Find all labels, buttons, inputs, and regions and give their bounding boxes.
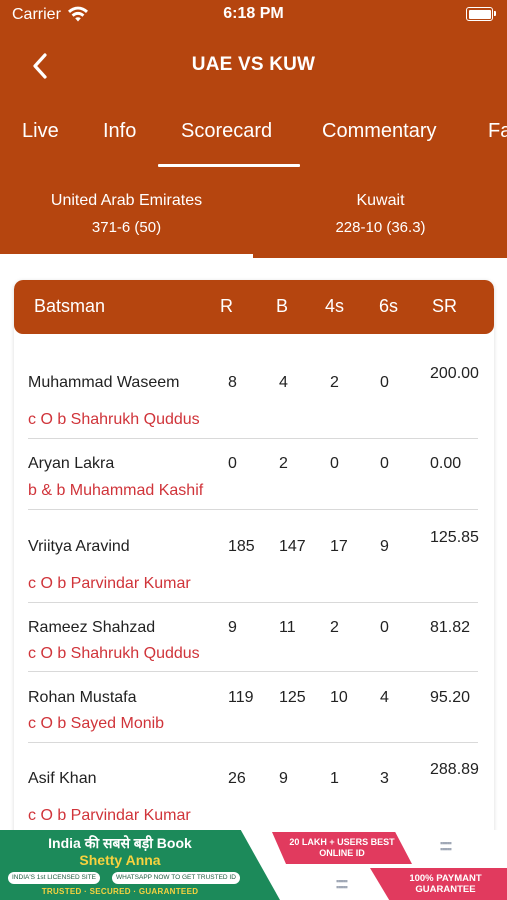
team-tab-uae[interactable]: United Arab Emirates 371-6 (50)	[0, 192, 253, 236]
divider	[28, 438, 478, 439]
table-header: Batsman R B 4s 6s SR	[14, 280, 494, 334]
fours-value: 2	[330, 619, 339, 636]
batsman-name: Muhammad Waseem	[28, 374, 180, 391]
status-bar: Carrier 6:18 PM	[0, 0, 507, 32]
dismissal-text: c O b Parvindar Kumar	[28, 807, 191, 824]
column-header-strike-rate: SR	[432, 296, 458, 316]
team-tab-kuwait[interactable]: Kuwait 228-10 (36.3)	[254, 192, 507, 236]
runs-value: 8	[228, 374, 237, 391]
team-name: United Arab Emirates	[50, 192, 203, 209]
team-score: 228-10 (36.3)	[335, 219, 426, 236]
ad-tagline: TRUSTED · SECURED · GUARANTEED	[41, 887, 199, 896]
ad-pill: INDIA'S 1st LICENSED SITE	[8, 872, 100, 884]
batsman-name: Vriitya Aravind	[28, 538, 130, 555]
strike-rate-value: 200.00	[430, 365, 479, 382]
sixes-value: 4	[380, 689, 389, 706]
sixes-value: 9	[380, 538, 389, 555]
runs-value: 185	[228, 538, 255, 555]
balls-value: 2	[279, 455, 288, 472]
column-header-sixes: 6s	[379, 296, 399, 316]
dismissal-text: c O b Shahrukh Quddus	[28, 411, 200, 428]
runs-value: 26	[228, 770, 246, 787]
batting-scorecard: Batsman R B 4s 6s SR Muhammad Waseem 8 4…	[14, 280, 494, 840]
fours-value: 10	[330, 689, 348, 706]
sixes-value: 0	[380, 619, 389, 636]
divider	[28, 742, 478, 743]
battery-icon	[466, 7, 496, 21]
column-header-batsman: Batsman	[34, 296, 106, 316]
tab-bar: Live Info Scorecard Commentary Fa	[0, 120, 507, 170]
fours-value: 0	[330, 455, 339, 472]
column-header-fours: 4s	[325, 296, 345, 316]
balls-value: 9	[279, 770, 288, 787]
advertisement-banner[interactable]: India की सबसे बड़ी Book Shetty Anna INDI…	[0, 830, 507, 900]
ad-pill: WHATSAPP NOW TO GET TRUSTED ID	[112, 872, 240, 884]
active-tab-indicator	[158, 164, 300, 167]
column-header-runs: R	[220, 296, 233, 316]
page-title: UAE VS KUW	[191, 54, 316, 75]
fours-value: 2	[330, 374, 339, 391]
batsman-name: Rohan Mustafa	[28, 689, 137, 706]
balls-value: 125	[279, 689, 306, 706]
dismissal-text: b & b Muhammad Kashif	[28, 482, 204, 499]
column-header-balls: B	[276, 296, 289, 316]
batsman-name: Aryan Lakra	[28, 455, 115, 472]
sixes-value: 0	[380, 374, 389, 391]
dots-icon: ▪▪▪▪▪ ▪▪▪▪▪	[336, 876, 348, 892]
ad-headline: India की सबसे बड़ी Book	[48, 835, 192, 851]
sixes-value: 3	[380, 770, 389, 787]
sixes-value: 0	[380, 455, 389, 472]
divider	[28, 671, 478, 672]
dismissal-text: c O b Sayed Monib	[28, 715, 165, 732]
batsman-name: Asif Khan	[28, 770, 97, 787]
runs-value: 0	[228, 455, 237, 472]
dots-icon: ▪▪▪▪▪ ▪▪▪▪▪	[440, 838, 452, 854]
clock: 6:18 PM	[223, 5, 284, 22]
balls-value: 147	[279, 538, 306, 555]
active-team-indicator	[0, 254, 253, 258]
batsman-name: Rameez Shahzad	[28, 619, 156, 636]
balls-value: 4	[279, 374, 288, 391]
tab-live[interactable]: Live	[22, 120, 59, 143]
tab-commentary[interactable]: Commentary	[322, 120, 436, 143]
divider	[28, 602, 478, 603]
tab-scorecard[interactable]: Scorecard	[181, 120, 272, 143]
runs-value: 9	[228, 619, 237, 636]
tab-fantasy[interactable]: Fa	[488, 120, 507, 143]
divider	[28, 509, 478, 510]
team-name: Kuwait	[356, 192, 405, 209]
strike-rate-value: 95.20	[430, 689, 471, 706]
fours-value: 1	[330, 770, 339, 787]
strike-rate-value: 288.89	[430, 761, 479, 778]
strike-rate-value: 81.82	[430, 619, 471, 636]
dismissal-text: c O b Shahrukh Quddus	[28, 645, 200, 662]
header-bar: Carrier 6:18 PM UAE VS KUW Live Info Sco…	[0, 0, 507, 258]
dismissal-text: c O b Parvindar Kumar	[28, 575, 191, 592]
fours-value: 17	[330, 538, 348, 555]
tab-info[interactable]: Info	[103, 120, 136, 143]
strike-rate-value: 125.85	[430, 529, 479, 546]
team-score: 371-6 (50)	[91, 219, 162, 236]
ad-brand: Shetty Anna	[79, 852, 161, 868]
strike-rate-value: 0.00	[430, 455, 462, 472]
ad-badge: 20 LAKH + USERS BEST ONLINE ID	[272, 832, 412, 864]
ad-badge: 100% PAYMANT GUARANTEE	[370, 868, 507, 900]
runs-value: 119	[228, 689, 254, 706]
balls-value: 11	[279, 619, 296, 636]
